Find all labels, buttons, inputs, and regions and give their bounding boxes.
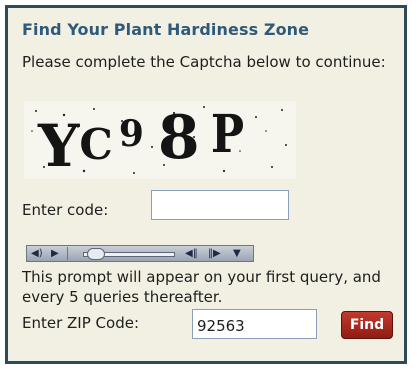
dropdown-icon[interactable]: ▼ bbox=[233, 248, 241, 260]
captcha-audio-player[interactable]: ◀) ▶ ◀‖ ‖▶ ▼ bbox=[26, 245, 254, 262]
captcha-image: Y C 9 8 P bbox=[24, 101, 296, 179]
previous-icon[interactable]: ◀‖ bbox=[185, 248, 198, 260]
play-icon[interactable]: ▶ bbox=[51, 248, 59, 260]
volume-icon[interactable]: ◀) bbox=[31, 248, 43, 260]
captcha-text: Y C 9 8 P bbox=[38, 103, 244, 179]
query-note: This prompt will appear on your first qu… bbox=[22, 268, 381, 306]
seek-slider[interactable] bbox=[87, 248, 105, 260]
divider bbox=[67, 247, 68, 260]
captcha-prompt: Please complete the Captcha below to con… bbox=[22, 53, 386, 71]
panel-title: Find Your Plant Hardiness Zone bbox=[22, 20, 310, 39]
find-button[interactable]: Find bbox=[341, 311, 393, 339]
zip-input[interactable] bbox=[192, 309, 317, 339]
enter-code-label: Enter code: bbox=[22, 201, 109, 219]
zip-label: Enter ZIP Code: bbox=[22, 314, 139, 332]
next-icon[interactable]: ‖▶ bbox=[208, 248, 221, 260]
captcha-code-input[interactable] bbox=[151, 190, 289, 220]
